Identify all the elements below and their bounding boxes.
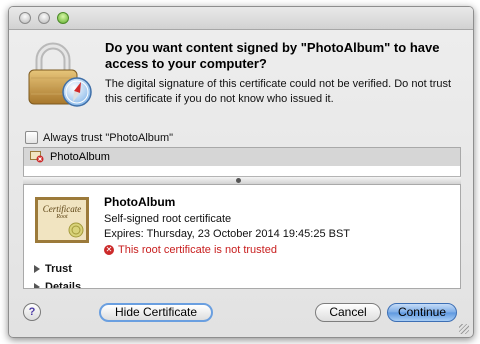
dialog-info-text: The digital signature of this certificat… bbox=[105, 78, 452, 105]
cancel-button[interactable]: Cancel bbox=[315, 303, 381, 322]
title-bar bbox=[9, 7, 473, 30]
always-trust-checkbox[interactable] bbox=[25, 131, 38, 144]
list-item[interactable]: PhotoAlbum bbox=[24, 148, 460, 166]
continue-button[interactable]: Continue bbox=[387, 303, 457, 322]
certificate-trust-dialog: Do you want content signed by "PhotoAlbu… bbox=[8, 6, 474, 338]
lock-icon bbox=[28, 42, 92, 107]
trust-disclosure[interactable]: Trust bbox=[34, 263, 72, 275]
splitter-handle-icon bbox=[236, 178, 241, 183]
help-button[interactable]: ? bbox=[23, 303, 41, 321]
trust-disclosure-label: Trust bbox=[45, 263, 72, 275]
always-trust-label: Always trust "PhotoAlbum" bbox=[43, 131, 174, 144]
certificate-expiry: Expires: Thursday, 23 October 2014 19:45… bbox=[104, 228, 351, 240]
details-disclosure-label: Details bbox=[45, 281, 82, 289]
hide-certificate-button[interactable]: Hide Certificate bbox=[99, 303, 213, 322]
details-disclosure[interactable]: Details bbox=[34, 281, 82, 289]
list-item-label: PhotoAlbum bbox=[50, 151, 110, 163]
thumbnail-subtitle: Root bbox=[56, 214, 68, 220]
certificate-thumbnail: Certificate Root bbox=[35, 197, 89, 243]
certificate-name: PhotoAlbum bbox=[104, 195, 176, 209]
dialog-question: Do you want content signed by "PhotoAlbu… bbox=[105, 40, 440, 71]
disclosure-triangle-icon[interactable] bbox=[34, 265, 40, 273]
thumbnail-title: Certificate bbox=[42, 204, 82, 214]
trust-warning: ✕ This root certificate is not trusted bbox=[104, 244, 277, 256]
error-icon: ✕ bbox=[104, 245, 114, 255]
close-window-button[interactable] bbox=[19, 12, 31, 24]
untrusted-certificate-icon bbox=[30, 151, 44, 163]
always-trust-row[interactable]: Always trust "PhotoAlbum" bbox=[25, 131, 173, 144]
zoom-window-button[interactable] bbox=[57, 12, 69, 24]
resize-grip-icon[interactable] bbox=[459, 324, 469, 334]
seal-icon bbox=[68, 222, 84, 238]
trust-warning-text: This root certificate is not trusted bbox=[118, 244, 277, 256]
certificate-details-pane: Certificate Root PhotoAlbum Self-signed … bbox=[23, 184, 461, 289]
minimize-window-button[interactable] bbox=[38, 12, 50, 24]
certificate-kind: Self-signed root certificate bbox=[104, 213, 232, 225]
disclosure-triangle-icon[interactable] bbox=[34, 283, 40, 288]
